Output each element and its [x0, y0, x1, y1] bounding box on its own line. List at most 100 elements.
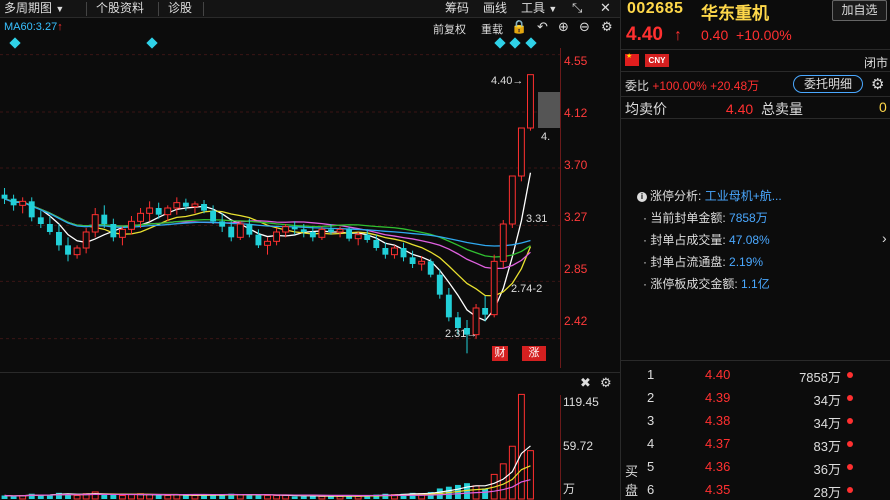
candle-body[interactable]: [128, 220, 135, 230]
candle-body[interactable]: [282, 226, 290, 233]
order-book-row[interactable]: 3 4.38 34万: [643, 413, 883, 435]
candle-body[interactable]: [300, 229, 307, 232]
candle-body[interactable]: [391, 247, 398, 256]
candle-body[interactable]: [1, 194, 8, 199]
event-marker[interactable]: [494, 37, 506, 49]
candle-body[interactable]: [137, 212, 144, 222]
candle-body[interactable]: [499, 223, 507, 262]
candle-body[interactable]: [37, 217, 44, 224]
candle-body[interactable]: [427, 261, 434, 275]
candle-body[interactable]: [118, 228, 126, 238]
candle-body[interactable]: [246, 224, 253, 235]
candle-body[interactable]: [400, 248, 407, 258]
candle-body[interactable]: [328, 229, 334, 232]
candle-body[interactable]: [454, 317, 461, 328]
candle-body[interactable]: [346, 229, 353, 239]
candle-body[interactable]: [490, 260, 498, 316]
volume-bar[interactable]: [118, 494, 126, 500]
candle-body[interactable]: [91, 214, 99, 233]
candle-body[interactable]: [517, 127, 525, 177]
candle-body[interactable]: [191, 203, 199, 208]
candle-body[interactable]: [82, 231, 90, 249]
gear-icon[interactable]: ⚙: [871, 75, 884, 93]
candle-body[interactable]: [28, 201, 35, 218]
close-icon[interactable]: ✖: [580, 375, 591, 391]
volume-bar[interactable]: [73, 494, 81, 500]
volume-panel[interactable]: [0, 372, 620, 500]
volume-bar[interactable]: [101, 494, 108, 499]
order-detail-button[interactable]: 委托明细: [793, 75, 863, 93]
candle-body[interactable]: [210, 210, 217, 222]
candle-body[interactable]: [482, 308, 489, 315]
candle-body[interactable]: [173, 202, 181, 209]
candle-body[interactable]: [364, 234, 371, 240]
candle-body[interactable]: [291, 226, 298, 230]
undo-icon[interactable]: ↶: [537, 20, 548, 34]
candle-body[interactable]: [182, 202, 189, 207]
lock-icon[interactable]: 🔒: [511, 20, 527, 34]
candle-body[interactable]: [273, 231, 281, 242]
candle-body[interactable]: [73, 247, 81, 256]
chips-button[interactable]: 筹码: [445, 0, 469, 18]
candle-body[interactable]: [65, 245, 71, 255]
candle-body[interactable]: [101, 214, 108, 224]
volume-bar[interactable]: [300, 496, 307, 499]
candle-body[interactable]: [445, 294, 452, 318]
event-marker[interactable]: [146, 37, 158, 49]
order-book-row[interactable]: 2 4.39 34万: [643, 390, 883, 412]
close-icon[interactable]: ✕: [600, 0, 611, 18]
candle-body[interactable]: [436, 274, 443, 295]
candle-body[interactable]: [527, 74, 534, 129]
volume-bar[interactable]: [128, 494, 135, 500]
candle-body[interactable]: [236, 223, 244, 238]
candle-body[interactable]: [382, 248, 389, 255]
candle-body[interactable]: [409, 257, 416, 264]
volume-bar[interactable]: [273, 494, 281, 500]
candle-body[interactable]: [264, 240, 271, 246]
limit-up-analysis-title[interactable]: i 涨停分析: 工业母机+航...: [637, 187, 782, 204]
candle-body[interactable]: [418, 260, 426, 265]
volume-bar[interactable]: [110, 494, 117, 499]
volume-bar[interactable]: [155, 495, 162, 499]
limit-up-badge[interactable]: 涨: [522, 346, 546, 361]
event-marker[interactable]: [525, 37, 537, 49]
volume-bar[interactable]: [10, 496, 17, 499]
gear-icon[interactable]: ⚙: [601, 20, 613, 34]
volume-bar[interactable]: [282, 494, 290, 500]
volume-bar[interactable]: [28, 493, 35, 499]
event-marker[interactable]: [9, 37, 21, 49]
chevron-right-icon[interactable]: ›: [882, 230, 887, 246]
drawing-button[interactable]: 画线: [483, 0, 507, 18]
candle-body[interactable]: [46, 224, 53, 232]
volume-bar[interactable]: [146, 494, 154, 500]
candle-body[interactable]: [373, 240, 380, 248]
forward-adjust-button[interactable]: 前复权: [433, 21, 466, 37]
candle-body[interactable]: [508, 175, 516, 225]
candle-body[interactable]: [309, 232, 316, 238]
candlestick-chart[interactable]: [0, 48, 620, 368]
candle-body[interactable]: [219, 221, 226, 227]
add-watchlist-button[interactable]: 加自选: [832, 0, 887, 21]
volume-bar[interactable]: [182, 495, 189, 499]
period-dropdown[interactable]: 多周期图 ▼: [4, 0, 64, 18]
candle-body[interactable]: [201, 204, 207, 211]
volume-bar[interactable]: [527, 450, 534, 500]
order-book-row[interactable]: 5 4.36 36万: [643, 459, 883, 481]
candle-body[interactable]: [10, 198, 17, 206]
finance-badge[interactable]: 财: [492, 346, 508, 361]
event-marker[interactable]: [509, 37, 521, 49]
candle-body[interactable]: [255, 234, 262, 246]
stock-info-button[interactable]: 个股资料: [96, 0, 144, 18]
volume-bar[interactable]: [164, 494, 172, 500]
candle-body[interactable]: [19, 200, 27, 206]
diagnose-button[interactable]: 诊股: [168, 0, 192, 18]
candle-body[interactable]: [164, 207, 172, 216]
order-book-row[interactable]: 4 4.37 83万: [643, 436, 883, 458]
zoom-in-icon[interactable]: ⊕: [558, 20, 569, 34]
volume-bar[interactable]: [499, 463, 507, 500]
candle-body[interactable]: [318, 228, 326, 238]
tools-dropdown[interactable]: 工具 ▼: [521, 0, 557, 18]
volume-bar[interactable]: [264, 494, 271, 500]
expand-icon[interactable]: ⤡: [572, 0, 582, 18]
order-book-row[interactable]: 6 4.35 28万: [643, 482, 883, 500]
